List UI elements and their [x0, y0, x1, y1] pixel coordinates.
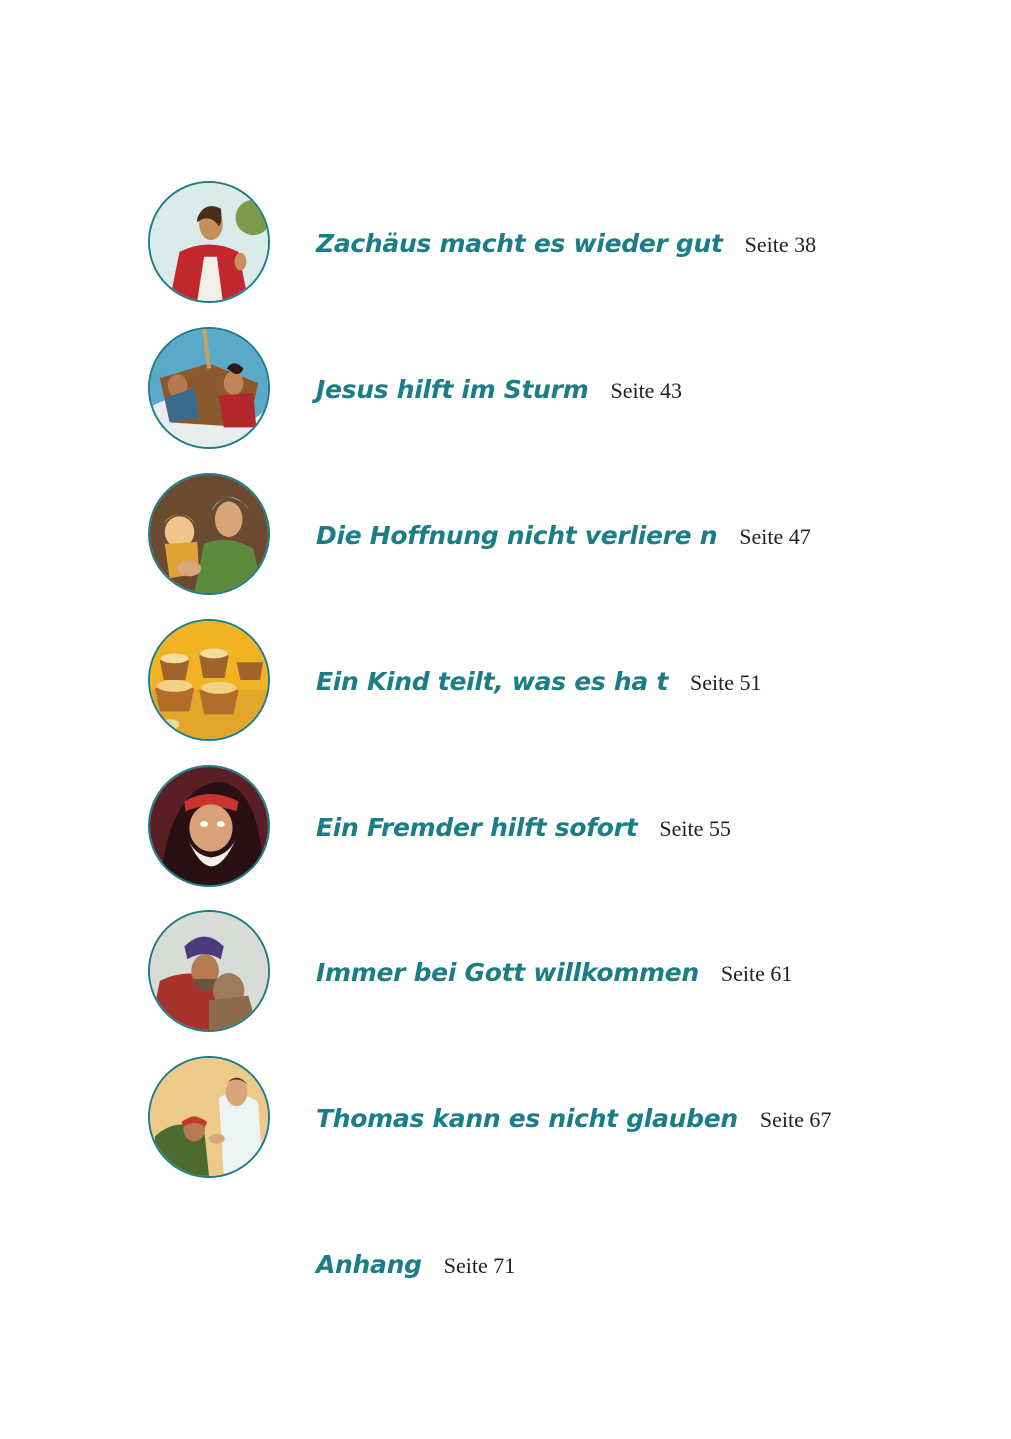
toc-entry[interactable]: Die Hoffnung nicht verliere n Seite 47	[0, 473, 1011, 603]
toc-entry-page: Seite 47	[739, 524, 811, 549]
toc-entry[interactable]: Thomas kann es nicht glauben Seite 67	[0, 1056, 1011, 1186]
toc-entry-appendix[interactable]: Anhang Seite 71	[0, 1202, 1011, 1332]
toc-entry-title-text: Ein Kind teilt, was es ha t	[316, 667, 668, 696]
toc-entry-title-text: Immer bei Gott willkommen	[316, 958, 699, 987]
toc-entry-title: Jesus hilft im Sturm Seite 43	[316, 375, 682, 404]
toc-entry-title-text: Ein Fremder hilft sofort	[316, 813, 638, 842]
illustration-zacchaeus-looking-up	[148, 181, 270, 303]
illustration-father-holding-child	[148, 473, 270, 595]
toc-entry-title-text: Die Hoffnung nicht verliere n	[316, 521, 718, 550]
toc-entry-title: Zachäus macht es wieder gut Seite 38	[316, 229, 816, 258]
toc-entry-title-text: Jesus hilft im Sturm	[316, 375, 589, 404]
toc-entry[interactable]: Jesus hilft im Sturm Seite 43	[0, 327, 1011, 457]
illustration-old-bearded-man	[148, 765, 270, 887]
toc-entry[interactable]: Immer bei Gott willkommen Seite 61	[0, 910, 1011, 1040]
toc-entry-title: Ein Fremder hilft sofort Seite 55	[316, 813, 731, 842]
toc-entry-title-text: Anhang	[316, 1250, 422, 1279]
toc-entry-page: Seite 51	[690, 670, 762, 695]
toc-entry-title: Thomas kann es nicht glauben Seite 67	[316, 1104, 831, 1133]
toc-entry-page: Seite 67	[759, 1107, 832, 1132]
toc-entry-title: Ein Kind teilt, was es ha t Seite 51	[316, 667, 762, 696]
toc-entry-title-text: Zachäus macht es wieder gut	[316, 229, 723, 258]
illustration-men-in-storm-boat	[148, 327, 270, 449]
toc-entry-title-text: Thomas kann es nicht glauben	[316, 1104, 738, 1133]
toc-entry-title: Anhang Seite 71	[316, 1250, 515, 1279]
toc-entry-page: Seite 71	[443, 1253, 516, 1278]
illustration-thomas-kneeling	[148, 1056, 270, 1178]
toc-entry[interactable]: Ein Kind teilt, was es ha t Seite 51	[0, 619, 1011, 749]
toc-entry[interactable]: Zachäus macht es wieder gut Seite 38	[0, 181, 1011, 311]
illustration-bread-baskets	[148, 619, 270, 741]
toc-entry-page: Seite 61	[720, 961, 793, 986]
toc-entry-title: Immer bei Gott willkommen Seite 61	[316, 958, 792, 987]
illustration-embrace	[148, 910, 270, 1032]
toc-entry-page: Seite 43	[610, 378, 682, 403]
toc-entry-title: Die Hoffnung nicht verliere n Seite 47	[316, 521, 811, 550]
toc-entry[interactable]: Ein Fremder hilft sofort Seite 55	[0, 765, 1011, 895]
toc-entry-page: Seite 55	[659, 816, 731, 841]
toc-entry-page: Seite 38	[744, 232, 817, 257]
